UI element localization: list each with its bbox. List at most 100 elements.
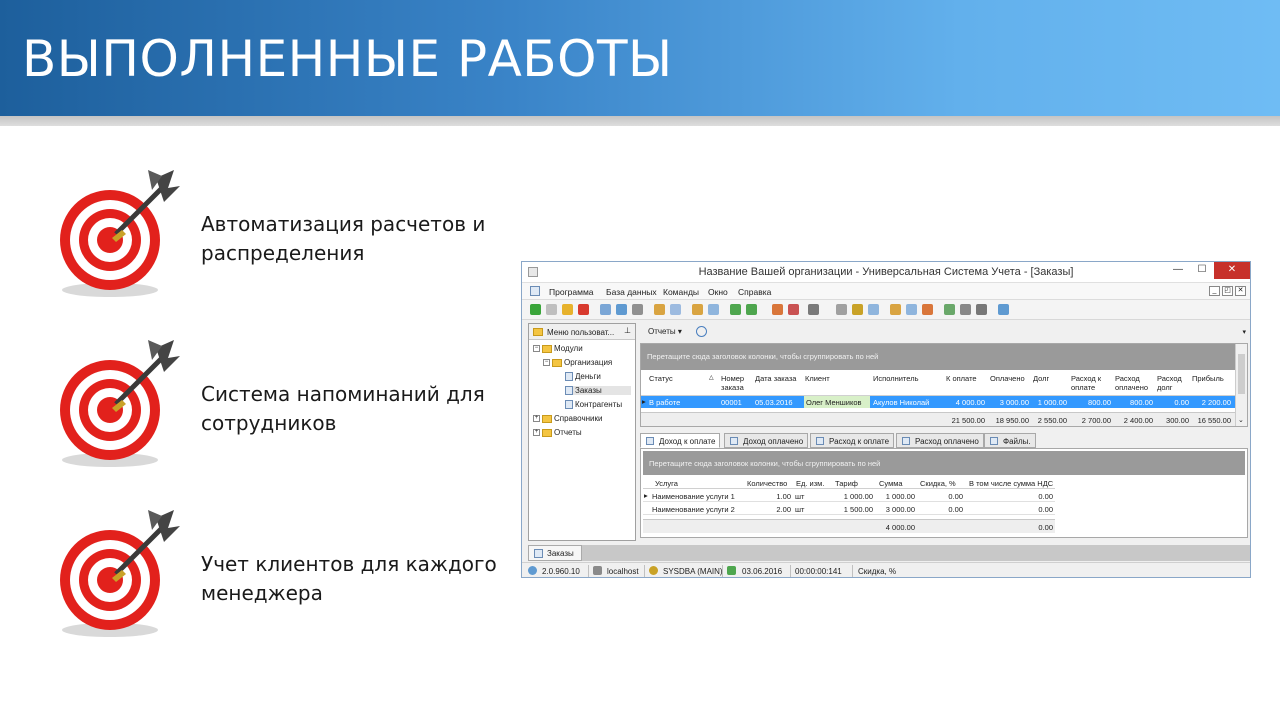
play-icon[interactable]	[976, 304, 987, 315]
tab-files[interactable]: Файлы.	[984, 433, 1036, 448]
column-header-debt[interactable]: Долг	[1033, 374, 1049, 383]
print-icon[interactable]	[960, 304, 971, 315]
column-header-profit[interactable]: Прибыль	[1192, 374, 1224, 383]
cell-unit[interactable]: шт	[795, 505, 804, 514]
cell-rate[interactable]: 1 500.00	[829, 505, 873, 514]
tree-item-organization[interactable]: − Организация	[543, 358, 612, 367]
sound-icon[interactable]	[808, 304, 819, 315]
magic-icon[interactable]	[852, 304, 863, 315]
settings-icon[interactable]	[922, 304, 933, 315]
tools-icon[interactable]	[836, 304, 847, 315]
tab-expense-paid[interactable]: Расход оплачено	[896, 433, 984, 448]
menu-database[interactable]: База данных	[606, 287, 657, 297]
mdi-restore-button[interactable]: ◰	[1222, 286, 1233, 296]
cell-service[interactable]: Наименование услуги 2	[652, 505, 735, 514]
cell-discount[interactable]: 0.00	[917, 492, 963, 501]
cell-vat[interactable]: 0.00	[967, 492, 1053, 501]
cell-quantity[interactable]: 1.00	[743, 492, 791, 501]
lock-icon[interactable]	[890, 304, 901, 315]
close-window-icon[interactable]	[788, 304, 799, 315]
column-header-executor[interactable]: Исполнитель	[873, 374, 918, 383]
cell-sum[interactable]: 3 000.00	[873, 505, 915, 514]
clock-icon[interactable]	[696, 326, 707, 337]
cell-client[interactable]: Олег Меншиков	[804, 396, 870, 408]
search-icon[interactable]	[600, 304, 611, 315]
document-tab-orders[interactable]: Заказы	[528, 545, 582, 561]
column-header-discount[interactable]: Скидка, %	[920, 479, 956, 488]
filter-icon[interactable]	[632, 304, 643, 315]
scroll-down-icon[interactable]: ⌄	[1238, 416, 1244, 424]
tree-item-orders[interactable]: Заказы	[565, 386, 631, 396]
column-header-unit[interactable]: Ед. изм.	[796, 479, 824, 488]
layout-icon[interactable]	[708, 304, 719, 315]
new-window-icon[interactable]	[772, 304, 783, 315]
tree-item-reports[interactable]: + Отчеты	[533, 428, 582, 437]
table-row[interactable]: ▸ Наименование услуги 1 1.00 шт 1 000.00…	[643, 490, 1055, 502]
cell-profit[interactable]: 2 200.00	[1189, 398, 1231, 407]
column-header-order-number[interactable]: Номер заказа	[721, 374, 751, 392]
column-header-expense-paid[interactable]: Расход оплачено	[1115, 374, 1155, 392]
cell-to-pay[interactable]: 4 000.00	[941, 398, 985, 407]
menu-commands[interactable]: Команды	[663, 287, 699, 297]
export-icon[interactable]	[730, 304, 741, 315]
column-header-order-date[interactable]: Дата заказа	[755, 374, 796, 383]
sort-icon[interactable]	[654, 304, 665, 315]
copy-icon[interactable]	[546, 304, 557, 315]
menu-help[interactable]: Справка	[738, 287, 771, 297]
collapse-icon[interactable]: −	[533, 345, 540, 353]
cell-paid[interactable]: 3 000.00	[985, 398, 1029, 407]
mdi-minimize-button[interactable]: _	[1209, 286, 1220, 296]
mdi-close-button[interactable]: ✕	[1235, 286, 1246, 296]
arrange-icon[interactable]	[692, 304, 703, 315]
cell-discount[interactable]: 0.00	[917, 505, 963, 514]
cell-expense-to-pay[interactable]: 800.00	[1067, 398, 1111, 407]
cell-unit[interactable]: шт	[795, 492, 804, 501]
column-header-expense-to-pay[interactable]: Расход к оплате	[1071, 374, 1111, 392]
column-header-sum[interactable]: Сумма	[879, 479, 903, 488]
cell-service[interactable]: Наименование услуги 1	[652, 492, 735, 501]
cell-vat[interactable]: 0.00	[967, 505, 1053, 514]
column-header-paid[interactable]: Оплачено	[990, 374, 1025, 383]
column-header-status[interactable]: Статус	[649, 374, 673, 383]
edit-icon[interactable]	[562, 304, 573, 315]
find-next-icon[interactable]	[616, 304, 627, 315]
cell-sum[interactable]: 1 000.00	[873, 492, 915, 501]
tree-item-contractors[interactable]: Контрагенты	[565, 400, 622, 410]
tab-expense-to-pay[interactable]: Расход к оплате	[810, 433, 895, 448]
vertical-scrollbar[interactable]: ⌄	[1235, 344, 1247, 426]
menu-program[interactable]: Программа	[549, 287, 594, 297]
tree-item-modules[interactable]: − Модули	[533, 344, 583, 353]
column-header-vat[interactable]: В том числе сумма НДС	[969, 479, 1053, 488]
cell-executor[interactable]: Акулов Николай	[873, 398, 929, 407]
toolbar-overflow-icon[interactable]: ▾	[1242, 328, 1246, 336]
column-header-to-pay[interactable]: К оплате	[946, 374, 977, 383]
column-header-rate[interactable]: Тариф	[835, 479, 858, 488]
close-button[interactable]: ✕	[1214, 262, 1250, 279]
reports-button[interactable]: Отчеты ▾	[648, 327, 682, 336]
column-header-quantity[interactable]: Количество	[747, 479, 787, 488]
cell-expense-debt[interactable]: 0.00	[1153, 398, 1189, 407]
add-icon[interactable]	[530, 304, 541, 315]
pin-icon[interactable]: ⊥	[624, 326, 631, 335]
expand-icon[interactable]: +	[533, 415, 540, 423]
cell-debt[interactable]: 1 000.00	[1029, 398, 1067, 407]
delete-icon[interactable]	[578, 304, 589, 315]
menu-window[interactable]: Окно	[708, 287, 728, 297]
cell-rate[interactable]: 1 000.00	[829, 492, 873, 501]
expand-icon[interactable]: +	[533, 429, 540, 437]
cell-status[interactable]: В работе	[649, 398, 680, 407]
cell-order-number[interactable]: 00001	[721, 398, 742, 407]
cell-order-date[interactable]: 05.03.2016	[755, 398, 793, 407]
tab-income-paid[interactable]: Доход оплачено	[724, 433, 809, 448]
cell-quantity[interactable]: 2.00	[743, 505, 791, 514]
scrollbar-thumb[interactable]	[1238, 354, 1245, 394]
database-icon[interactable]	[998, 304, 1009, 315]
comment-icon[interactable]	[670, 304, 681, 315]
collapse-icon[interactable]: −	[543, 359, 550, 367]
tree-item-directories[interactable]: + Справочники	[533, 414, 602, 423]
column-header-client[interactable]: Клиент	[805, 374, 830, 383]
maximize-button[interactable]: ☐	[1190, 262, 1214, 279]
column-header-expense-debt[interactable]: Расход долг	[1157, 374, 1191, 392]
calendar-icon[interactable]	[944, 304, 955, 315]
column-header-service[interactable]: Услуга	[655, 479, 678, 488]
